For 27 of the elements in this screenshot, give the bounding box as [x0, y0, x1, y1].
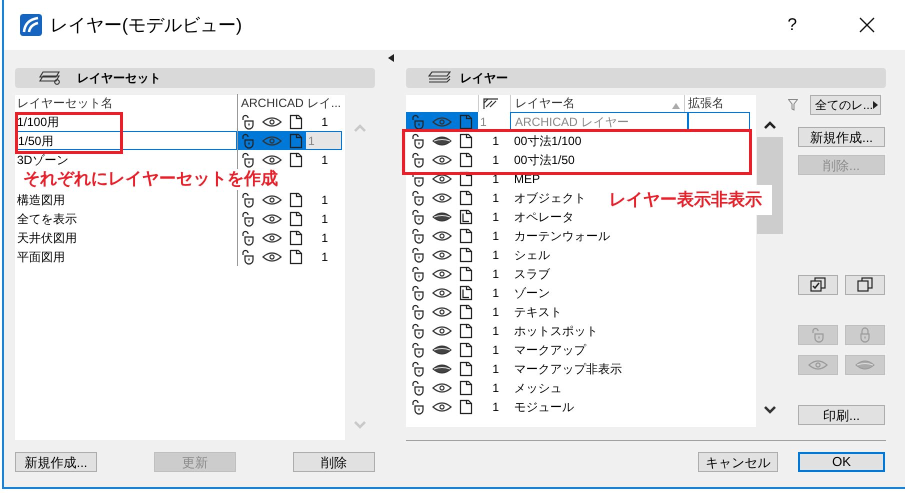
pen-number: 1 — [491, 170, 500, 188]
pen-number: 1 — [491, 398, 500, 416]
layer-count: 1 — [320, 248, 329, 266]
pen-number: 1 — [491, 246, 500, 264]
panel-title: レイヤーセット — [77, 70, 161, 87]
pen-number: 1 — [491, 228, 500, 244]
pen-number: 1 — [491, 284, 500, 302]
pen-number: 1 — [491, 342, 500, 358]
pen-number: 1 — [491, 380, 500, 396]
panel-title: レイヤー — [460, 70, 508, 87]
layer-count: 1 — [320, 114, 329, 130]
layer-count: 1 — [320, 210, 329, 228]
pen-number: 1 — [491, 360, 500, 378]
pen-number: 1 — [491, 304, 500, 320]
layer-count: 1 — [306, 131, 342, 150]
pen-number: 1 — [491, 190, 500, 206]
pen-number: 1 — [491, 266, 500, 282]
pen-number: 1 — [491, 152, 500, 168]
annotation-text: それぞれにレイヤーセットを作成 — [23, 168, 278, 190]
pen-number: 1 — [479, 114, 488, 130]
pen-number: 1 — [491, 132, 500, 150]
pen-number: 1 — [491, 208, 500, 226]
pen-number: 1 — [491, 322, 500, 340]
window-title: レイヤー(モデルビュー) — [50, 14, 242, 37]
layer-count: 1 — [320, 230, 329, 246]
layer-count: 1 — [320, 152, 329, 168]
layer-count: 1 — [320, 192, 329, 208]
